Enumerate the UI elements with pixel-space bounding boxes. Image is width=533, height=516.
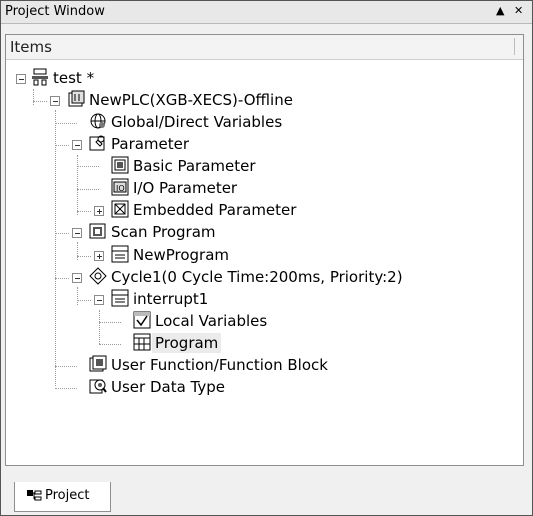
tree-item-basic-parameter[interactable]: Basic Parameter (133, 155, 256, 175)
io-parameter-icon: IO (111, 178, 129, 196)
basic-parameter-icon (111, 156, 129, 174)
embedded-parameter-icon (111, 200, 129, 218)
tree-item-user-data-type[interactable]: User Data Type (111, 376, 225, 396)
tree-item-label: I/O Parameter (133, 178, 238, 197)
program-icon (111, 245, 129, 263)
tree-item-parameter[interactable]: Parameter (111, 133, 189, 153)
tree-item-label: Global/Direct Variables (111, 112, 283, 131)
header-separator (514, 38, 515, 55)
tree-header-label: Items (10, 38, 52, 56)
tree-item-label: Parameter (111, 134, 190, 153)
tree-item-label: Local Variables (155, 311, 268, 330)
tree-item-label: test * (53, 68, 95, 87)
expand-toggle-newprogram[interactable] (94, 251, 104, 261)
tree-item-label: NewProgram (133, 245, 230, 264)
tree-item-label: NewPLC(XGB-XECS)-Offline (89, 90, 293, 109)
tree-item-plc[interactable]: NewPLC(XGB-XECS)-Offline (89, 89, 293, 109)
tab-project[interactable]: Project (14, 482, 111, 512)
collapse-toggle-plc[interactable] (50, 96, 60, 106)
tree-item-label: Program (152, 332, 222, 353)
tree-panel: Items IO test * NewPLC(XGB-XECS)-Offline… (5, 34, 524, 466)
data-type-icon (89, 379, 107, 394)
project-tab-icon (27, 490, 42, 501)
tree-item-label: Cycle1(0 Cycle Time:200ms, Priority:2) (111, 267, 403, 286)
tab-strip: Project (1, 471, 532, 515)
collapse-toggle-test[interactable] (16, 74, 26, 84)
scan-program-icon (89, 223, 106, 239)
cycle-task-icon (89, 267, 107, 285)
tab-project-label: Project (45, 488, 90, 503)
collapse-toggle-cycle1[interactable] (72, 273, 82, 283)
tree-item-label: Embedded Parameter (133, 200, 297, 219)
tree-item-local-variables[interactable]: Local Variables (155, 310, 267, 330)
function-block-icon (89, 355, 107, 372)
tree-item-user-function[interactable]: User Function/Function Block (111, 354, 328, 374)
close-icon[interactable]: ✕ (514, 4, 523, 17)
window-title: Project Window (5, 4, 105, 19)
tree-item-io-parameter[interactable]: I/O Parameter (133, 177, 237, 197)
tree-item-program[interactable]: Program (152, 332, 222, 353)
tree-item-embedded-parameter[interactable]: Embedded Parameter (133, 199, 296, 219)
tree-item-label: Basic Parameter (133, 156, 256, 175)
project-icon (32, 68, 48, 86)
program-body-icon (133, 333, 151, 351)
tree-item-newprogram[interactable]: NewProgram (133, 244, 229, 264)
globe-variables-icon (90, 113, 106, 129)
tree-item-cycle1[interactable]: Cycle1(0 Cycle Time:200ms, Priority:2) (111, 266, 403, 286)
collapse-icon[interactable]: ▲ (496, 4, 504, 17)
tree-item-scan-program[interactable]: Scan Program (111, 221, 216, 241)
tree-item-interrupt1[interactable]: interrupt1 (133, 288, 208, 308)
parameter-folder-icon (89, 135, 105, 151)
tree-item-label: interrupt1 (133, 289, 209, 308)
tree-item-label: User Data Type (111, 377, 225, 396)
tree-item-label: User Function/Function Block (111, 355, 328, 374)
project-window: Project Window ▲ ✕ Items IO test * NewPL… (0, 0, 533, 516)
plc-icon (68, 90, 85, 107)
tree-item-global-variables[interactable]: Global/Direct Variables (111, 111, 282, 131)
tree-item-test[interactable]: test * (53, 67, 94, 87)
collapse-toggle-scan[interactable] (72, 228, 82, 238)
program-icon (111, 289, 129, 307)
svg-text:IO: IO (116, 184, 125, 193)
collapse-toggle-parameter[interactable] (72, 140, 82, 150)
tree-header: Items (6, 35, 523, 60)
title-bar: Project Window ▲ ✕ (1, 1, 532, 24)
collapse-toggle-interrupt1[interactable] (94, 295, 104, 305)
tree-item-label: Scan Program (111, 222, 216, 241)
local-variables-icon (133, 311, 151, 329)
expand-toggle-embedded[interactable] (94, 206, 104, 216)
